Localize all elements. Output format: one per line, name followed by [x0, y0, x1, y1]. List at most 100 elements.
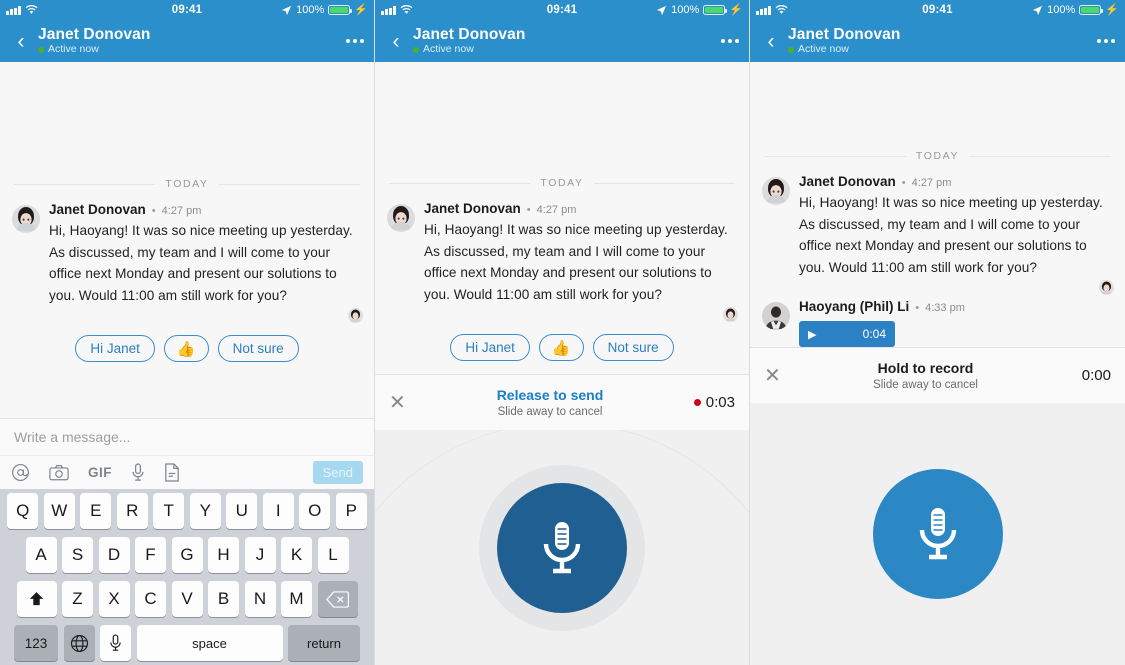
key-l[interactable]: L	[317, 537, 349, 573]
conversation-title-block[interactable]: Janet Donovan Active now	[788, 26, 900, 56]
key-f[interactable]: F	[135, 537, 166, 573]
key-u[interactable]: U	[226, 493, 258, 529]
key-b[interactable]: B	[208, 581, 239, 617]
message-row: Janet Donovan • 4:27 pm Hi, Haoyang! It …	[375, 197, 749, 305]
key-k[interactable]: K	[281, 537, 312, 573]
key-e[interactable]: E	[80, 493, 112, 529]
page-title: Janet Donovan	[413, 26, 526, 43]
key-d[interactable]: D	[98, 537, 130, 573]
ellipsis-icon[interactable]	[1097, 39, 1115, 43]
key-a[interactable]: A	[25, 537, 57, 573]
microphone-icon[interactable]	[131, 463, 145, 482]
message-sender: Janet Donovan	[49, 202, 146, 217]
key-x[interactable]: X	[98, 581, 130, 617]
voice-message-body: Haoyang (Phil) Li • 4:33 pm ▶ 0:04	[799, 299, 1113, 347]
message-header: Janet Donovan • 4:27 pm	[49, 202, 362, 219]
ellipsis-icon[interactable]	[346, 39, 364, 43]
key-q[interactable]: Q	[7, 493, 39, 529]
three-panel-screenshot: 09:41 100% ⚡ ‹ Janet Donovan Active now	[0, 0, 1125, 665]
day-divider-label: TODAY	[915, 150, 960, 162]
close-x-icon[interactable]: ✕	[764, 366, 788, 386]
key-o[interactable]: O	[299, 493, 331, 529]
avatar[interactable]	[762, 302, 790, 330]
status-bar-clock: 09:41	[546, 4, 578, 16]
key-z[interactable]: Z	[62, 581, 93, 617]
back-chevron-icon[interactable]: ‹	[385, 31, 407, 52]
conversation-title-block[interactable]: Janet Donovan Active now	[413, 26, 525, 56]
key-r[interactable]: R	[116, 493, 148, 529]
voice-idle-timer: 0:00	[1063, 367, 1111, 384]
globe-icon[interactable]	[63, 625, 95, 661]
key-v[interactable]: V	[171, 581, 203, 617]
panel-chat-keyboard: 09:41 100% ⚡ ‹ Janet Donovan Active now	[0, 0, 375, 665]
panel-recording-active: 09:41 100% ⚡ ‹ Janet Donovan Active now	[375, 0, 750, 665]
key-n[interactable]: N	[244, 581, 276, 617]
presence-label: Active now	[423, 43, 474, 55]
gif-icon[interactable]: GIF	[88, 465, 112, 480]
key-j[interactable]: J	[244, 537, 276, 573]
separator-dot: •	[901, 177, 906, 189]
quick-reply-thumbs-up-icon[interactable]: 👍	[538, 334, 584, 361]
message-time: 4:27 pm	[161, 205, 202, 217]
avatar[interactable]	[387, 204, 415, 232]
voice-idle-bar: ✕ Hold to record Slide away to cancel 0:…	[750, 347, 1125, 403]
file-icon[interactable]	[164, 463, 180, 482]
key-w[interactable]: W	[43, 493, 75, 529]
status-bar: 09:41 100% ⚡	[0, 0, 374, 20]
ellipsis-icon[interactable]	[721, 39, 739, 43]
read-receipt	[750, 278, 1125, 295]
key-m[interactable]: M	[281, 581, 312, 617]
key-t[interactable]: T	[153, 493, 185, 529]
quick-reply-not-sure[interactable]: Not sure	[217, 335, 299, 362]
separator-dot: •	[915, 302, 920, 314]
back-chevron-icon[interactable]: ‹	[10, 31, 32, 52]
key-h[interactable]: H	[208, 537, 239, 573]
space-key[interactable]: space	[136, 625, 283, 661]
key-s[interactable]: S	[62, 537, 93, 573]
status-bar-clock: 09:41	[171, 4, 203, 16]
voice-idle-stage	[750, 403, 1125, 665]
voice-record-stage	[375, 430, 749, 665]
avatar[interactable]	[762, 177, 790, 205]
return-key[interactable]: return	[288, 625, 360, 661]
mention-icon[interactable]	[11, 463, 30, 482]
close-x-icon[interactable]: ✕	[389, 393, 413, 413]
dictation-microphone-icon[interactable]	[100, 625, 131, 661]
keyboard-row-2: A S D F G H J K L	[2, 537, 372, 573]
nav-header: ‹ Janet Donovan Active now	[750, 20, 1125, 62]
play-icon[interactable]: ▶	[808, 328, 816, 341]
day-divider: TODAY	[0, 170, 374, 198]
back-chevron-icon[interactable]: ‹	[760, 31, 782, 52]
key-c[interactable]: C	[135, 581, 166, 617]
key-y[interactable]: Y	[189, 493, 221, 529]
hold-to-record-button[interactable]	[872, 469, 1003, 599]
message-thread: TODAY Janet Donovan • 4:27 pm Hi, Haoyan…	[375, 62, 749, 374]
microphone-icon	[543, 521, 581, 573]
quick-reply-hi-janet[interactable]: Hi Janet	[75, 335, 155, 362]
message-header: Janet Donovan • 4:27 pm	[799, 174, 1113, 191]
key-g[interactable]: G	[171, 537, 203, 573]
conversation-title-block[interactable]: Janet Donovan Active now	[38, 26, 150, 56]
audio-message-bubble[interactable]: ▶ 0:04	[799, 321, 895, 347]
online-dot-icon	[788, 46, 794, 53]
quick-reply-thumbs-up-icon[interactable]: 👍	[163, 335, 209, 362]
quick-reply-not-sure[interactable]: Not sure	[592, 334, 674, 361]
message-text: Hi, Haoyang! It was so nice meeting up y…	[424, 222, 728, 302]
nav-header: ‹ Janet Donovan Active now	[0, 20, 374, 62]
backspace-icon[interactable]	[317, 581, 358, 617]
numeric-key[interactable]: 123	[14, 625, 58, 661]
voice-recording-subtitle: Slide away to cancel	[497, 405, 603, 418]
day-divider: TODAY	[750, 142, 1125, 170]
keyboard-row-3: Z X C V B N M	[2, 581, 372, 617]
shift-arrow-icon[interactable]	[16, 581, 57, 617]
key-i[interactable]: I	[262, 493, 294, 529]
avatar[interactable]	[12, 205, 40, 233]
send-button[interactable]: Send	[312, 461, 363, 484]
message-text: Hi, Haoyang! It was so nice meeting up y…	[49, 223, 353, 303]
key-p[interactable]: P	[335, 493, 367, 529]
hold-to-record-button[interactable]	[497, 482, 627, 613]
separator-dot: •	[151, 205, 156, 217]
message-input[interactable]: Write a message...	[0, 419, 374, 455]
camera-icon[interactable]	[49, 464, 69, 481]
quick-reply-hi-janet[interactable]: Hi Janet	[450, 334, 530, 361]
